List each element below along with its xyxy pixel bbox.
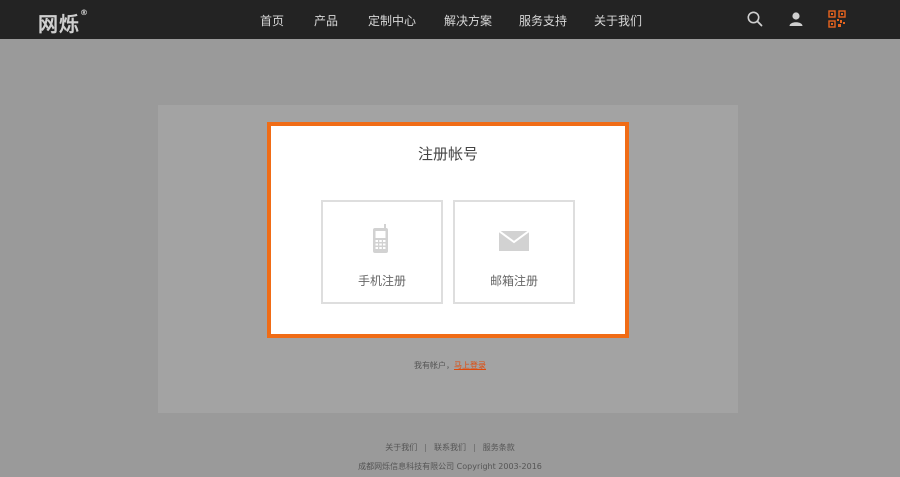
- main-nav: 首页 产品 定制中心 解决方案 服务支持 关于我们: [0, 0, 900, 39]
- nav-item-products[interactable]: 产品: [314, 12, 338, 29]
- copyright-text: 成都网烁信息科技有限公司 Copyright 2003-2016: [358, 462, 542, 471]
- email-register-button[interactable]: 邮箱注册: [453, 200, 575, 304]
- search-icon[interactable]: [746, 10, 764, 28]
- footer-separator: |: [473, 443, 476, 452]
- qr-code-icon[interactable]: [828, 10, 846, 28]
- nav-item-about-us[interactable]: 关于我们: [594, 12, 642, 29]
- footer-link-terms[interactable]: 服务条款: [483, 443, 515, 452]
- login-prompt: 我有帐户，马上登录: [0, 360, 900, 371]
- phone-register-button[interactable]: 手机注册: [321, 200, 443, 304]
- top-nav-bar: 网烁® 首页 产品 定制中心 解决方案 服务支持 关于我们: [0, 0, 900, 39]
- mobile-phone-icon: [371, 224, 391, 258]
- nav-item-custom-center[interactable]: 定制中心: [368, 12, 416, 29]
- login-prompt-text: 我有帐户，: [414, 361, 454, 370]
- register-title: 注册帐号: [417, 145, 478, 163]
- nav-item-home[interactable]: 首页: [260, 12, 284, 29]
- register-dialog: 注册帐号 手机注册 邮箱注册: [267, 122, 629, 338]
- footer-links: 关于我们 | 联系我们 | 服务条款: [0, 442, 900, 453]
- footer-link-contact-us[interactable]: 联系我们: [434, 443, 466, 452]
- login-link[interactable]: 马上登录: [454, 361, 486, 370]
- envelope-icon: [498, 230, 530, 255]
- email-register-label: 邮箱注册: [489, 274, 538, 288]
- footer-link-about-us[interactable]: 关于我们: [385, 443, 417, 452]
- footer-separator: |: [424, 443, 427, 452]
- nav-item-support[interactable]: 服务支持: [519, 12, 567, 29]
- user-icon[interactable]: [787, 10, 805, 28]
- phone-register-label: 手机注册: [357, 274, 406, 288]
- nav-item-solutions[interactable]: 解决方案: [444, 12, 492, 29]
